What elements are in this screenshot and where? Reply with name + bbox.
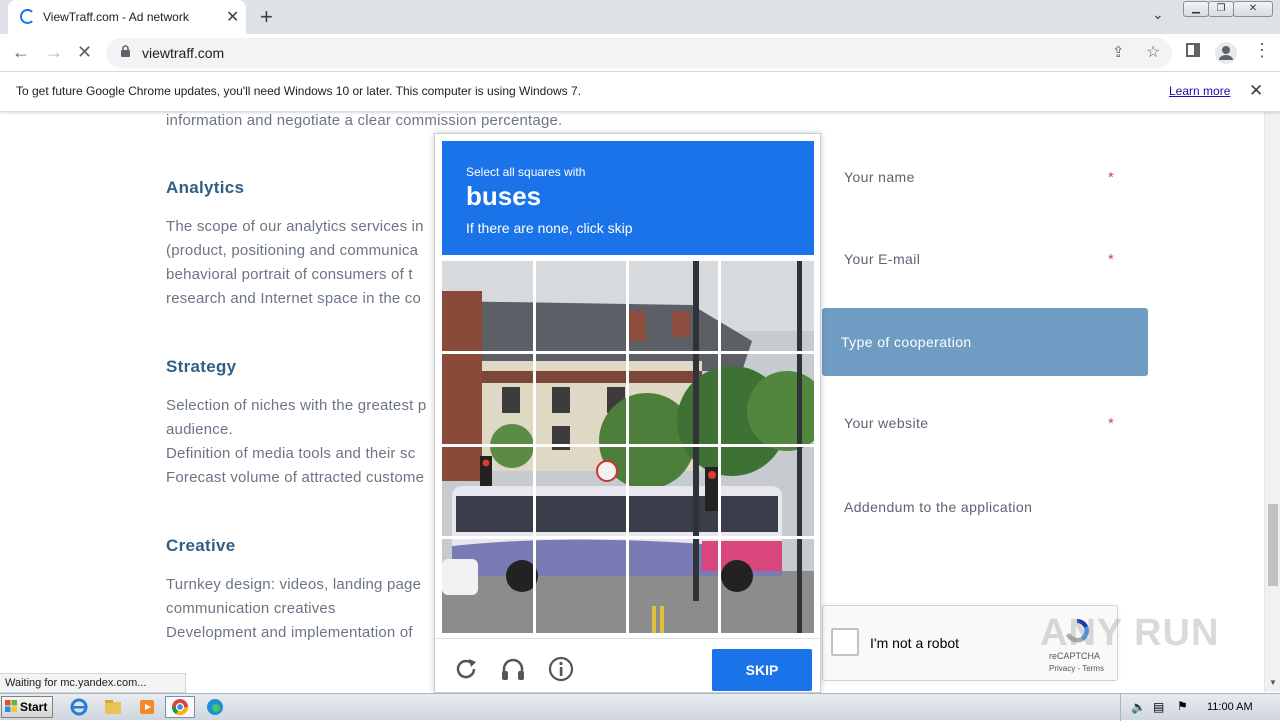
menu-kebab-icon[interactable]: ⋮ [1253,40,1271,61]
cooperation-select[interactable]: Type of cooperation [822,308,1148,376]
address-bar[interactable]: viewtraff.com ⇪ ☆ [106,38,1172,68]
recaptcha-label: I'm not a robot [870,635,960,651]
cooperation-label: Type of cooperation [841,334,972,350]
loading-spinner-icon [20,9,35,24]
new-tab-icon[interactable]: + [260,4,273,30]
grid-line [442,351,814,354]
profile-avatar-icon[interactable] [1215,42,1237,64]
recaptcha-privacy-terms[interactable]: Privacy - Terms [1049,664,1104,673]
analytics-line: The scope of our analytics services in [166,218,424,235]
section-heading-creative: Creative [166,536,236,555]
required-mark: * [1108,415,1114,432]
media-player-icon[interactable] [134,696,160,718]
creative-line: communication creatives [166,600,336,617]
addendum-field[interactable]: Addendum to the application [844,499,1032,515]
update-infobar: To get future Google Chrome updates, you… [0,72,1280,112]
reload-icon[interactable] [452,655,480,683]
bookmark-star-icon[interactable]: ☆ [1146,42,1160,62]
infobar-close-icon[interactable]: ✕ [1249,81,1263,101]
analytics-line: behavioral portrait of consumers of t [166,266,413,283]
strategy-line: Selection of niches with the greatest p [166,397,427,414]
analytics-line: research and Internet space in the co [166,290,422,307]
lock-icon[interactable] [120,45,131,61]
url-text: viewtraff.com [142,45,225,61]
website-field[interactable]: Your website [844,415,928,431]
creative-line: Turnkey design: videos, landing page [166,576,422,593]
captcha-challenge: Select all squares with buses If there a… [434,133,821,693]
forward-icon[interactable]: → [45,42,63,63]
email-field[interactable]: Your E-mail [844,251,920,267]
start-button[interactable]: Start [1,696,53,718]
volume-icon[interactable]: 🔈 [1131,700,1146,714]
clock[interactable]: 11:00 AM [1207,701,1253,713]
challenge-image-grid[interactable] [442,261,814,633]
explorer-icon[interactable] [100,696,126,718]
challenge-target: buses [466,181,542,211]
system-tray: 🔈 ▤ ⚑ 11:00 AM [1120,694,1280,721]
intro-text: information and negotiate a clear commis… [166,112,563,129]
scrollbar-thumb[interactable] [1268,504,1278,586]
grid-line [626,261,629,633]
ie-icon[interactable] [66,696,92,718]
share-icon[interactable]: ⇪ [1112,43,1125,61]
challenge-header: Select all squares with buses If there a… [442,141,814,255]
minimize-icon[interactable]: ▁ [1183,1,1209,17]
creative-line: Development and implementation of [166,624,413,641]
grid-line [442,536,814,539]
scroll-down-arrow-icon[interactable]: ▼ [1269,678,1277,687]
strategy-line: Definition of media tools and their sc [166,445,416,462]
restore-icon[interactable]: ❐ [1208,1,1234,17]
window-close-icon[interactable]: ✕ [1233,1,1273,17]
required-mark: * [1108,251,1114,268]
required-mark: * [1108,169,1114,186]
tab-strip: ViewTraff.com - Ad network ✕ + ⌄ ▁ ❐ ✕ [0,0,1280,34]
section-heading-analytics: Analytics [166,178,245,197]
challenge-instruction: Select all squares with [466,165,586,179]
back-icon[interactable]: ← [12,42,30,63]
grid-line [533,261,536,633]
name-field[interactable]: Your name [844,169,915,185]
active-tab[interactable]: ViewTraff.com - Ad network ✕ [8,0,246,34]
challenge-footer: SKIP [435,638,820,692]
edge-icon[interactable] [202,696,228,718]
status-bubble: Waiting for mc.yandex.com... [0,673,186,693]
recaptcha-checkbox[interactable] [831,628,859,656]
strategy-line: Forecast volume of attracted custome [166,469,425,486]
network-icon[interactable]: ▤ [1153,700,1164,714]
action-center-flag-icon[interactable]: ⚑ [1177,699,1188,713]
side-panel-icon[interactable] [1186,43,1200,57]
chrome-taskbar-button[interactable] [165,696,195,718]
grid-line [718,261,721,633]
anyrun-watermark: ANY RUN [1040,612,1220,654]
audio-icon[interactable] [499,655,527,683]
infobar-message: To get future Google Chrome updates, you… [16,84,582,98]
chrome-icon [171,699,189,716]
stop-icon[interactable]: ✕ [77,42,92,63]
grid-line [442,444,814,447]
taskbar: Start 🔈 ▤ ⚑ 11:00 AM [0,693,1280,721]
section-heading-strategy: Strategy [166,357,237,376]
start-label: Start [20,700,48,714]
info-icon[interactable] [547,655,575,683]
strategy-line: audience. [166,421,233,438]
page-scrollbar[interactable]: ▼ [1264,112,1280,692]
browser-toolbar: ← → ✕ viewtraff.com ⇪ ☆ ⋮ [0,34,1280,72]
challenge-note: If there are none, click skip [466,220,633,236]
learn-more-link[interactable]: Learn more [1169,84,1230,98]
windows-flag-icon [5,700,17,712]
skip-button[interactable]: SKIP [712,649,812,691]
tab-close-icon[interactable]: ✕ [226,7,239,27]
tab-title: ViewTraff.com - Ad network [43,10,189,24]
tab-search-icon[interactable]: ⌄ [1152,6,1164,23]
analytics-line: (product, positioning and communica [166,242,419,259]
